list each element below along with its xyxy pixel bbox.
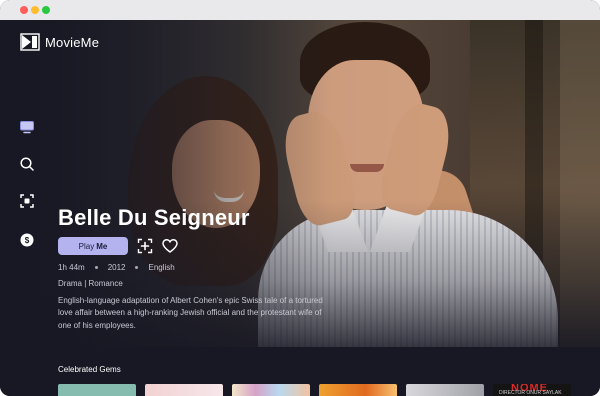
movie-duration: 1h 44m bbox=[58, 263, 85, 272]
poster-card[interactable] bbox=[232, 384, 310, 396]
app-content: MovieMe $ Belle Du Seigneur Play Me 1h 4… bbox=[0, 20, 600, 396]
poster-credit: DIRECTOR ONUR SAYLAK bbox=[499, 390, 562, 396]
app-window: MovieMe $ Belle Du Seigneur Play Me 1h 4… bbox=[0, 0, 600, 396]
movie-genres: Drama | Romance bbox=[58, 279, 123, 288]
poster-card[interactable] bbox=[58, 384, 136, 396]
play-label-bold: Me bbox=[96, 241, 108, 251]
poster-card[interactable] bbox=[406, 384, 484, 396]
svg-text:$: $ bbox=[25, 236, 30, 245]
heart-icon[interactable] bbox=[162, 238, 178, 254]
play-label: Play bbox=[78, 241, 95, 251]
search-icon[interactable] bbox=[19, 156, 35, 172]
movie-year: 2012 bbox=[107, 263, 126, 272]
movie-meta: 1h 44m 2012 English bbox=[58, 263, 175, 272]
play-button[interactable]: Play Me bbox=[58, 237, 128, 255]
add-to-list-icon[interactable] bbox=[137, 238, 153, 254]
tv-icon[interactable] bbox=[19, 119, 35, 135]
movie-actions: Play Me bbox=[58, 237, 178, 255]
poster-card[interactable] bbox=[145, 384, 223, 396]
close-window-button[interactable] bbox=[20, 6, 28, 14]
coin-icon[interactable]: $ bbox=[19, 232, 35, 248]
poster-card[interactable] bbox=[319, 384, 397, 396]
section-title: Celebrated Gems bbox=[58, 365, 121, 374]
scan-icon[interactable] bbox=[19, 193, 35, 209]
movie-title: Belle Du Seigneur bbox=[58, 205, 250, 230]
poster-card[interactable]: NOME DIRECTOR ONUR SAYLAK bbox=[493, 384, 571, 396]
meta-separator bbox=[135, 266, 139, 269]
minimize-window-button[interactable] bbox=[31, 6, 39, 14]
window-titlebar bbox=[0, 0, 600, 20]
movie-description: English-language adaptation of Albert Co… bbox=[58, 296, 323, 330]
sidebar-nav: $ bbox=[0, 20, 56, 396]
movie-language: English bbox=[148, 263, 175, 272]
poster-row: NOME DIRECTOR ONUR SAYLAK bbox=[58, 384, 580, 396]
meta-separator bbox=[94, 266, 98, 269]
zoom-window-button[interactable] bbox=[42, 6, 50, 14]
